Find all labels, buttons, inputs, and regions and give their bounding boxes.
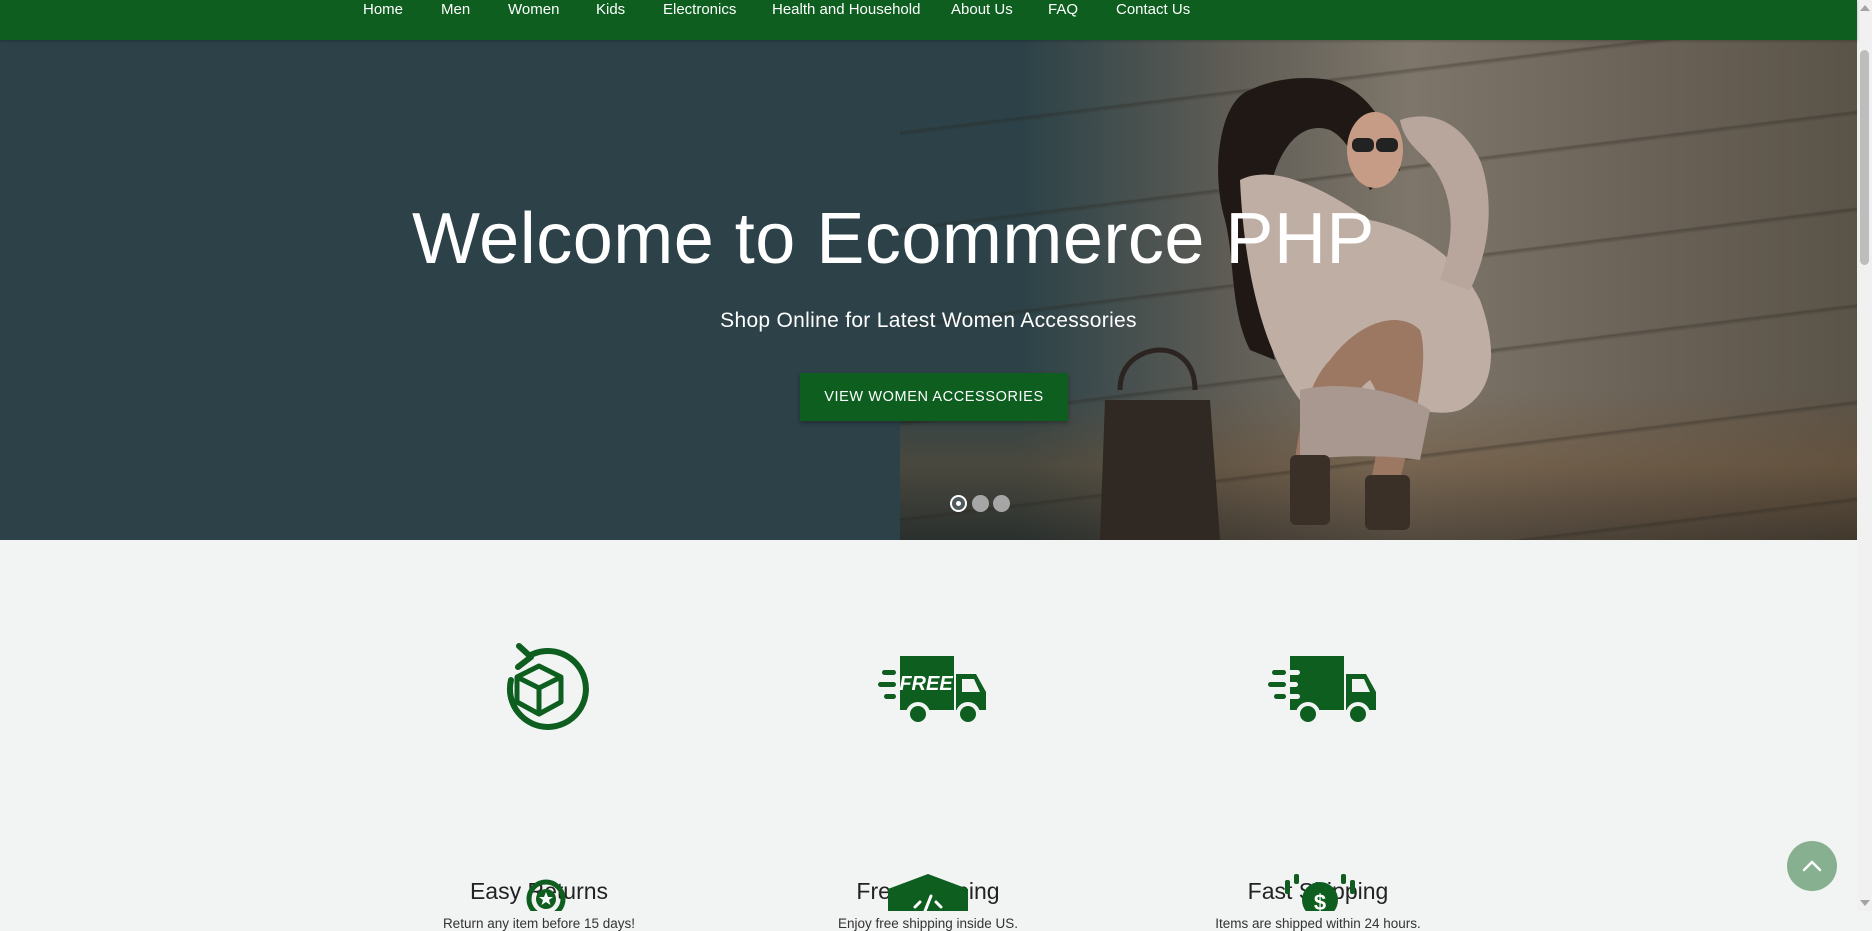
nav-item-women[interactable]: Women [508, 1, 559, 18]
return-box-icon [506, 643, 589, 730]
svg-text:$: $ [1314, 890, 1326, 911]
feature-text: Enjoy free shipping inside US. [837, 916, 1019, 931]
hero-title: Welcome to Ecommerce PHP [412, 199, 1375, 279]
scrollbar-thumb[interactable] [1860, 50, 1869, 265]
main-nav: Home Men Women Kids Electronics Health a… [0, 0, 1857, 40]
scroll-down-arrow-icon[interactable] [1860, 900, 1870, 906]
free-delivery-truck-icon: FREE [878, 656, 986, 726]
feature-text: Items are shipped within 24 hours. [1215, 916, 1421, 931]
nav-item-faq[interactable]: FAQ [1048, 1, 1078, 18]
slider-dot-3[interactable] [993, 495, 1010, 512]
fast-delivery-truck-icon [1268, 656, 1376, 726]
nav-item-electronics[interactable]: Electronics [663, 1, 736, 18]
hero-slider: Welcome to Ecommerce PHP Shop Online for… [0, 40, 1857, 540]
chevron-up-icon [1802, 860, 1822, 872]
model-photo [1100, 78, 1492, 540]
nav-item-home[interactable]: Home [363, 1, 403, 18]
secure-code-icon [888, 874, 968, 911]
features-section: Easy Returns Return any item before 15 d… [0, 540, 1857, 931]
quality-badge-icon [526, 879, 566, 911]
feature-text: Return any item before 15 days! [442, 916, 636, 931]
nav-item-health-household[interactable]: Health and Household [772, 1, 920, 18]
view-women-accessories-button[interactable]: VIEW WOMEN ACCESSORIES [800, 373, 1068, 421]
back-to-top-button[interactable] [1787, 841, 1837, 891]
slider-dot-2[interactable] [972, 495, 989, 512]
page-scrollbar[interactable] [1857, 0, 1872, 911]
nav-item-kids[interactable]: Kids [596, 1, 625, 18]
nav-item-men[interactable]: Men [441, 1, 470, 18]
money-back-icon: $ [1285, 874, 1355, 911]
svg-text:FREE: FREE [899, 673, 953, 695]
slider-dot-1[interactable] [950, 495, 967, 512]
nav-item-contact-us[interactable]: Contact Us [1116, 1, 1190, 18]
hero-subtitle: Shop Online for Latest Women Accessories [720, 309, 1137, 332]
scroll-up-arrow-icon[interactable] [1860, 5, 1870, 11]
nav-item-about-us[interactable]: About Us [951, 1, 1013, 18]
